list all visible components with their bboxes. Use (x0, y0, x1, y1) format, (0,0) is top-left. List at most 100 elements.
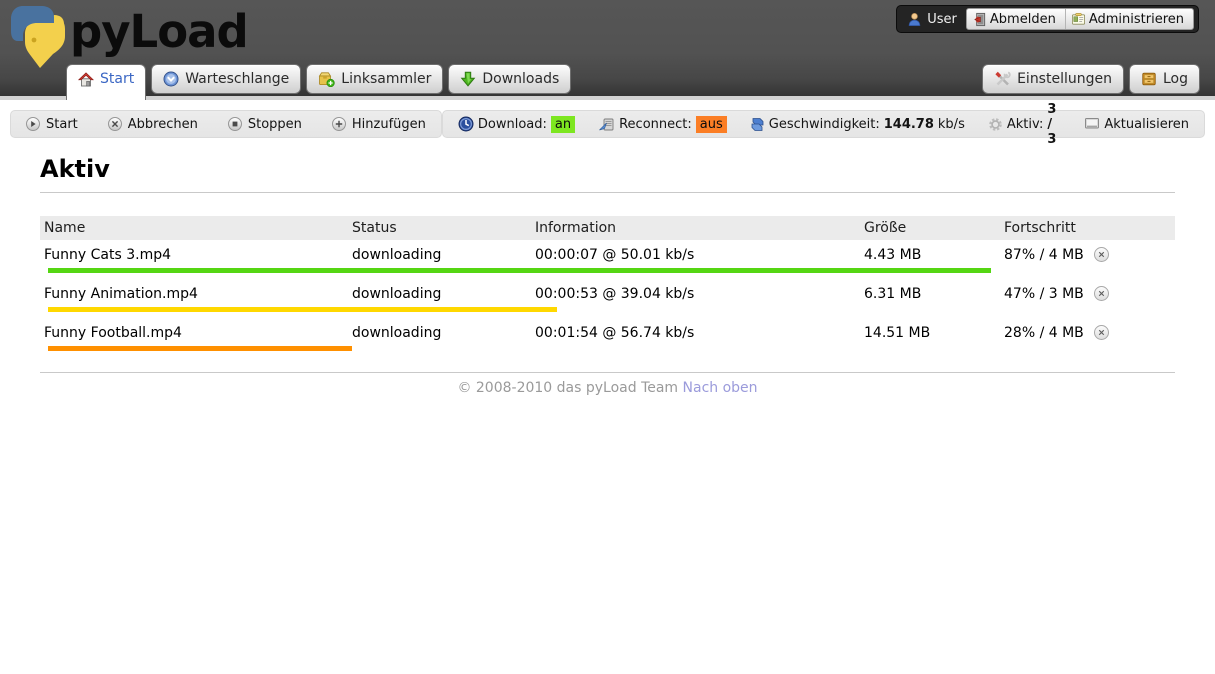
administrate-label: Administrieren (1089, 12, 1184, 27)
tab-warteschlange-label: Warteschlange (185, 71, 289, 87)
cancel-action-button[interactable]: Abbrechen (108, 117, 198, 132)
table-row[interactable]: Funny Cats 3.mp4 downloading 00:00:07 @ … (40, 240, 1175, 279)
start-action-label: Start (46, 117, 78, 132)
refresh-monitor-icon (1084, 117, 1100, 131)
cell-information: 00:00:07 @ 50.01 kb/s (531, 247, 860, 279)
stop-circle-icon (228, 117, 242, 131)
progress-bar (48, 346, 352, 351)
tab-start[interactable]: Start (66, 64, 146, 100)
table-row[interactable]: Funny Football.mp4 downloading 00:01:54 … (40, 318, 1175, 357)
cell-information: 00:01:54 @ 56.74 kb/s (531, 325, 860, 357)
clock-icon (163, 71, 179, 87)
speed-status: Geschwindigkeit: 144.78 kb/s (750, 117, 965, 132)
cell-size: 6.31 MB (860, 286, 1000, 318)
main-content: Aktiv Name Status Information Größe Fort… (0, 155, 1215, 403)
refresh-button[interactable]: Aktualisieren (1084, 117, 1189, 132)
cell-status: downloading (348, 247, 531, 279)
add-action-button[interactable]: Hinzufügen (332, 117, 426, 132)
tab-log[interactable]: Log (1129, 64, 1200, 94)
downloads-table: Name Status Information Größe Fortschrit… (40, 216, 1175, 357)
progress-text: 47% / 3 MB (1004, 286, 1084, 302)
table-row[interactable]: Funny Animation.mp4 downloading 00:00:53… (40, 279, 1175, 318)
progress-bar-track (44, 268, 1132, 273)
home-icon (78, 72, 94, 87)
cell-name: Funny Cats 3.mp4 (40, 247, 348, 279)
cell-size: 4.43 MB (860, 247, 1000, 279)
app-header: pyLoad User (0, 0, 1215, 100)
column-header-information: Information (531, 220, 860, 236)
tab-linksammler-label: Linksammler (341, 71, 431, 87)
footer-link[interactable]: Nach oben (683, 380, 758, 396)
copyright-text: © 2008-2010 das pyLoad Team (457, 380, 678, 396)
download-state-badge[interactable]: an (551, 116, 575, 133)
page-title: Aktiv (40, 155, 1175, 183)
reconnect-state-badge[interactable]: aus (696, 116, 727, 133)
cell-status: downloading (348, 286, 531, 318)
download-label: Download: (478, 117, 547, 132)
active-status: Aktiv: 3 / 3 (988, 102, 1062, 147)
tab-start-label: Start (100, 71, 134, 87)
tab-einstellungen[interactable]: Einstellungen (982, 64, 1124, 94)
user-label-wrap: User (907, 12, 957, 27)
speed-label: Geschwindigkeit: (769, 117, 880, 132)
active-label: Aktiv: (1007, 117, 1044, 132)
gear-icon (988, 117, 1003, 132)
speed-value: 144.78 (884, 117, 934, 132)
logout-button[interactable]: Abmelden (967, 9, 1065, 29)
cancel-download-button[interactable] (1094, 247, 1109, 262)
tab-downloads-label: Downloads (482, 71, 559, 87)
user-name: User (927, 12, 957, 27)
tab-log-label: Log (1163, 71, 1188, 87)
logo-text: pyLoad (70, 3, 248, 61)
cell-progress: 47% / 3 MB (1000, 286, 1175, 318)
pyload-logo: pyLoad (8, 3, 248, 69)
table-header: Name Status Information Größe Fortschrit… (40, 216, 1175, 240)
package-icon (318, 71, 335, 87)
active-value: 3 / 3 (1047, 102, 1061, 147)
cell-status: downloading (348, 325, 531, 357)
add-circle-icon (332, 117, 346, 131)
action-bar: Start Abbrechen Stoppen Hinzufügen (10, 110, 442, 138)
logout-icon (972, 12, 987, 27)
pyload-logo-icon (8, 3, 68, 69)
progress-bar-track (44, 346, 1132, 351)
speed-icon (750, 117, 765, 132)
cell-progress: 28% / 4 MB (1000, 325, 1175, 357)
user-icon (907, 12, 922, 27)
main-tabs: Start Warteschlange (66, 64, 576, 100)
cancel-circle-icon (108, 117, 122, 131)
reconnect-icon (598, 117, 615, 132)
stop-action-button[interactable]: Stoppen (228, 117, 302, 132)
cell-name: Funny Football.mp4 (40, 325, 348, 357)
column-header-name: Name (40, 220, 348, 236)
tab-linksammler[interactable]: Linksammler (306, 64, 443, 94)
tab-warteschlange[interactable]: Warteschlange (151, 64, 301, 94)
column-header-status: Status (348, 220, 531, 236)
settings-icon (994, 71, 1011, 87)
log-icon (1141, 71, 1157, 87)
refresh-label: Aktualisieren (1104, 117, 1189, 132)
cancel-download-button[interactable] (1094, 325, 1109, 340)
start-action-button[interactable]: Start (26, 117, 78, 132)
column-header-progress: Fortschritt (1000, 220, 1175, 236)
footer: © 2008-2010 das pyLoad Team Nach oben (40, 373, 1175, 403)
progress-bar (48, 307, 557, 312)
download-clock-icon (458, 116, 474, 132)
administrate-button[interactable]: Administrieren (1065, 9, 1193, 29)
toolbar: Start Abbrechen Stoppen Hinzufügen (0, 100, 1215, 138)
download-status: Download: an (458, 116, 575, 133)
download-icon (460, 71, 476, 87)
cancel-action-label: Abbrechen (128, 117, 198, 132)
session-buttons: Abmelden Administrieren (966, 8, 1194, 30)
tab-downloads[interactable]: Downloads (448, 64, 571, 94)
cell-progress: 87% / 4 MB (1000, 247, 1175, 279)
cancel-download-button[interactable] (1094, 286, 1109, 301)
admin-card-icon (1071, 12, 1086, 27)
speed-unit: kb/s (938, 117, 965, 132)
secondary-tabs: Einstellungen Log (982, 64, 1205, 100)
logout-label: Abmelden (990, 12, 1056, 27)
title-divider (40, 192, 1175, 193)
user-box: User Abmelden (896, 5, 1199, 33)
cell-name: Funny Animation.mp4 (40, 286, 348, 318)
reconnect-status: Reconnect: aus (598, 116, 727, 133)
